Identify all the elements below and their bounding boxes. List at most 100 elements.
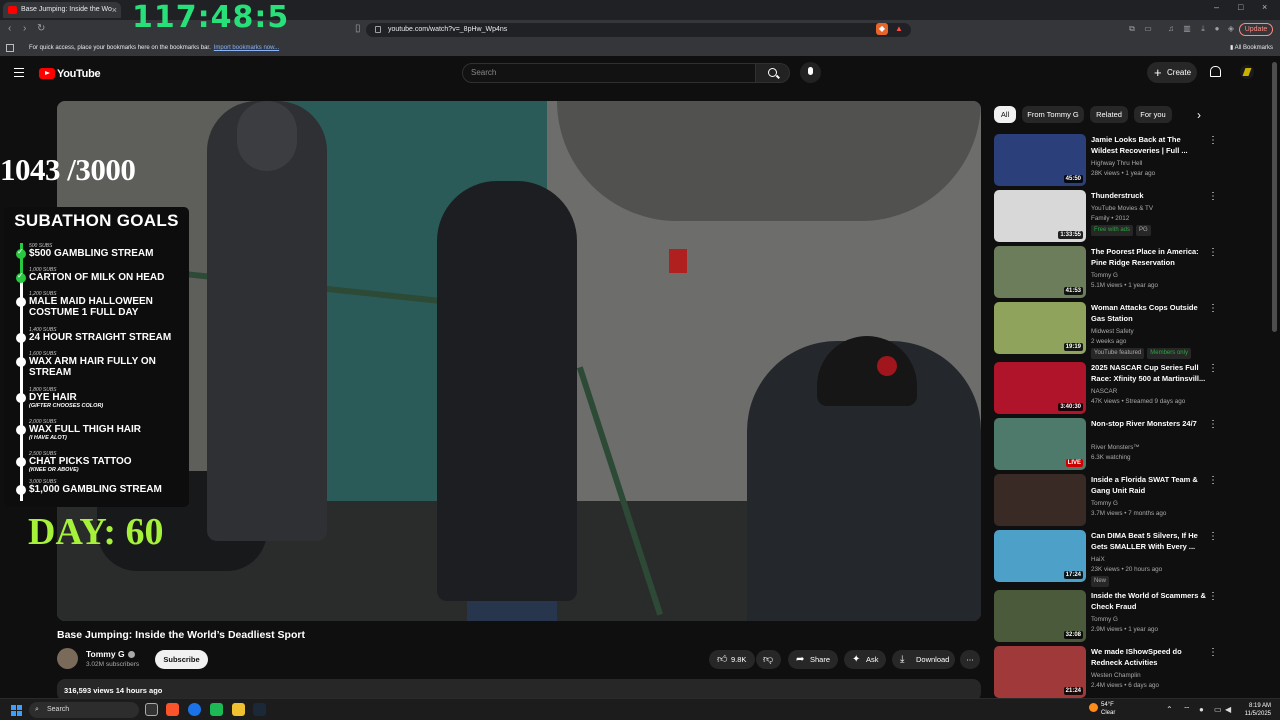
system-clock[interactable]: 8:19 AM 11/5/2025: [1236, 702, 1271, 718]
video-thumbnail[interactable]: 41:53: [994, 246, 1086, 298]
video-thumbnail[interactable]: 32:08: [994, 590, 1086, 642]
more-options-icon[interactable]: ⋮: [1208, 647, 1218, 658]
more-actions-button[interactable]: ⋯: [960, 650, 980, 669]
app-icon[interactable]: [210, 703, 223, 716]
more-options-icon[interactable]: ⋮: [1208, 591, 1218, 602]
extensions-icon[interactable]: ⧉: [1126, 23, 1138, 35]
chrome-icon[interactable]: [188, 703, 201, 716]
video-thumbnail[interactable]: [994, 474, 1086, 526]
video-thumbnail[interactable]: 1:33:55: [994, 190, 1086, 242]
page-scrollbar[interactable]: [1272, 62, 1277, 332]
share-button[interactable]: ➦ Share: [788, 650, 838, 669]
recommended-video[interactable]: LIVE Non-stop River Monsters 24/7 River Mo…: [994, 418, 1220, 472]
import-bookmarks-link[interactable]: Import bookmarks now...: [214, 45, 279, 51]
display-icon[interactable]: ▭: [1214, 705, 1222, 714]
more-options-icon[interactable]: ⋮: [1208, 531, 1218, 542]
recommended-video[interactable]: 3:40:30 2025 NASCAR Cup Series Full Race:…: [994, 362, 1220, 416]
video-title[interactable]: Inside the World of Scammers & Check Fra…: [1091, 591, 1207, 612]
recommended-video[interactable]: 19:19 Woman Attacks Cops Outside Gas Stat…: [994, 302, 1220, 359]
video-title[interactable]: Can DIMA Beat 5 Silvers, If He Gets SMAL…: [1091, 531, 1207, 552]
video-title[interactable]: Woman Attacks Cops Outside Gas Station: [1091, 303, 1207, 324]
network-icon[interactable]: ⌔: [1183, 705, 1191, 715]
windows-start-icon[interactable]: [11, 705, 22, 716]
menu-icon[interactable]: [14, 68, 24, 77]
brave-icon[interactable]: [166, 703, 179, 716]
recommended-video[interactable]: 45:50 Jamie Looks Back at The Wildest Rec…: [994, 134, 1220, 188]
chip-from-tommy-g[interactable]: From Tommy G: [1022, 106, 1084, 123]
recommended-video[interactable]: 1:33:55 Thunderstruck YouTube Movies & TV F…: [994, 190, 1220, 244]
download-browser-icon[interactable]: ⤓: [1197, 23, 1209, 35]
video-thumbnail[interactable]: 3:40:30: [994, 362, 1086, 414]
video-thumbnail[interactable]: 19:19: [994, 302, 1086, 354]
channel-name[interactable]: Tommy G: [86, 649, 135, 659]
volume-icon[interactable]: ◀: [1225, 705, 1231, 714]
chevron-right-icon[interactable]: ›: [1197, 108, 1201, 122]
chip-all[interactable]: All: [994, 106, 1016, 123]
more-options-icon[interactable]: ⋮: [1208, 303, 1218, 314]
bookmark-icon[interactable]: ▯: [355, 23, 361, 34]
taskbar-search[interactable]: ⌕ Search: [29, 702, 139, 718]
video-title[interactable]: Inside a Florida SWAT Team & Gang Unit R…: [1091, 475, 1207, 496]
forward-icon[interactable]: ›: [23, 23, 26, 34]
more-options-icon[interactable]: ⋮: [1208, 363, 1218, 374]
recommended-video[interactable]: 17:24 Can DIMA Beat 5 Silvers, If He Gets…: [994, 530, 1220, 587]
video-thumbnail[interactable]: 21:24: [994, 646, 1086, 698]
all-bookmarks-button[interactable]: ▮ All Bookmarks: [1230, 40, 1273, 56]
download-button[interactable]: ⤓ Download: [892, 650, 955, 669]
video-thumbnail[interactable]: 17:24: [994, 530, 1086, 582]
sidebar-icon[interactable]: ▥: [1181, 23, 1193, 35]
maximize-icon[interactable]: □: [1238, 2, 1243, 12]
steam-icon[interactable]: [253, 703, 266, 716]
like-button[interactable]: 👍︎ 9.8K: [709, 650, 755, 669]
recommended-video[interactable]: 21:24 We made IShowSpeed do Redneck Activ…: [994, 646, 1220, 700]
more-options-icon[interactable]: ⋮: [1208, 475, 1218, 486]
mic-icon[interactable]: ●: [1199, 705, 1204, 714]
profile-icon[interactable]: ●: [1211, 23, 1223, 35]
video-title[interactable]: The Poorest Place in America: Pine Ridge…: [1091, 247, 1207, 268]
more-options-icon[interactable]: ⋮: [1208, 135, 1218, 146]
wallet-icon[interactable]: ▭: [1142, 23, 1154, 35]
media-icon[interactable]: ♫: [1165, 23, 1177, 35]
chip-related[interactable]: Related: [1090, 106, 1128, 123]
reload-icon[interactable]: ↻: [37, 23, 45, 34]
video-title[interactable]: 2025 NASCAR Cup Series Full Race: Xfinit…: [1091, 363, 1207, 384]
notifications-icon[interactable]: [1209, 66, 1221, 78]
video-thumbnail[interactable]: 45:50: [994, 134, 1086, 186]
recommended-video[interactable]: 41:53 The Poorest Place in America: Pine …: [994, 246, 1220, 300]
recommended-video[interactable]: Inside a Florida SWAT Team & Gang Unit R…: [994, 474, 1220, 528]
recommended-video[interactable]: 32:08 Inside the World of Scammers & Chec…: [994, 590, 1220, 644]
apps-icon[interactable]: [6, 44, 14, 52]
site-info-icon[interactable]: [375, 26, 381, 33]
weather-widget[interactable]: 54°F Clear: [1089, 701, 1115, 717]
minimize-icon[interactable]: –: [1214, 2, 1219, 12]
vpn-icon[interactable]: ◈: [1225, 23, 1237, 35]
dislike-button[interactable]: 👎︎: [756, 650, 781, 669]
file-explorer-icon[interactable]: [232, 703, 245, 716]
more-options-icon[interactable]: ⋮: [1208, 247, 1218, 258]
browser-tab[interactable]: Base Jumping: Inside the Wo ×: [3, 2, 121, 18]
more-options-icon[interactable]: ⋮: [1208, 419, 1218, 430]
rewards-icon[interactable]: ▲: [893, 23, 905, 35]
account-avatar[interactable]: [1240, 65, 1254, 79]
show-hidden-icons[interactable]: ⌃: [1166, 705, 1173, 714]
video-title[interactable]: Non-stop River Monsters 24/7: [1091, 419, 1207, 430]
voice-search-icon[interactable]: [800, 62, 821, 83]
channel-avatar[interactable]: [57, 648, 78, 669]
brave-shield-icon[interactable]: ◆: [876, 23, 888, 35]
update-button[interactable]: Update: [1239, 23, 1273, 36]
chip-for-you[interactable]: For you: [1134, 106, 1172, 123]
search-input[interactable]: Search: [462, 63, 756, 83]
youtube-logo[interactable]: YouTube: [39, 67, 101, 80]
search-button[interactable]: [756, 63, 790, 83]
more-options-icon[interactable]: ⋮: [1208, 191, 1218, 202]
video-thumbnail[interactable]: LIVE: [994, 418, 1086, 470]
video-title[interactable]: Jamie Looks Back at The Wildest Recoveri…: [1091, 135, 1207, 156]
close-tab-icon[interactable]: ×: [112, 2, 117, 18]
video-player[interactable]: [57, 101, 981, 621]
video-title[interactable]: Thunderstruck: [1091, 191, 1207, 202]
create-button[interactable]: + Create: [1147, 62, 1197, 83]
address-bar[interactable]: youtube.com/watch?v=_8pHw_Wp4ns: [366, 23, 911, 37]
back-icon[interactable]: ‹: [8, 23, 11, 34]
task-view-icon[interactable]: [145, 703, 158, 716]
ask-button[interactable]: ✦ Ask: [844, 650, 886, 669]
